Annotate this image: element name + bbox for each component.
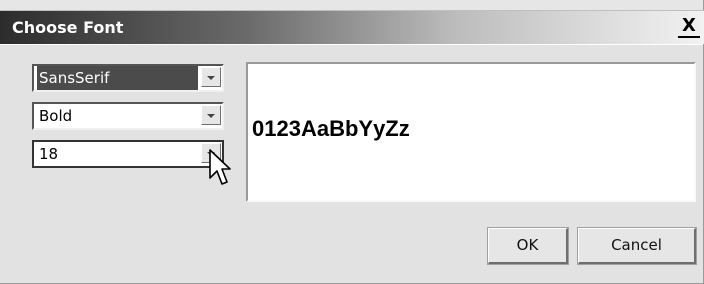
mouse-pointer-icon (209, 149, 231, 185)
font-preview-panel: 0123AaBbYyZz (246, 62, 696, 202)
ok-button[interactable]: OK (487, 227, 569, 265)
cancel-button[interactable]: Cancel (577, 227, 697, 265)
font-style-select[interactable]: Bold (32, 102, 224, 130)
chevron-down-icon (207, 114, 215, 118)
font-size-value: 18 (39, 145, 59, 163)
font-style-value: Bold (39, 107, 73, 125)
choose-font-dialog: Choose Font X SansSerif Bold 18 0123AaBb… (0, 0, 704, 284)
font-family-select[interactable]: SansSerif (32, 64, 224, 92)
font-family-value: SansSerif (37, 66, 198, 90)
dialog-title: Choose Font (12, 18, 124, 37)
font-style-dropdown-button[interactable] (201, 105, 221, 125)
preview-sample-text: 0123AaBbYyZz (252, 116, 410, 141)
font-family-dropdown-button[interactable] (201, 67, 221, 87)
chevron-down-icon (207, 76, 215, 80)
title-bar[interactable]: Choose Font X (0, 10, 704, 44)
close-button[interactable]: X (678, 16, 700, 38)
font-size-select[interactable]: 18 (32, 140, 224, 168)
